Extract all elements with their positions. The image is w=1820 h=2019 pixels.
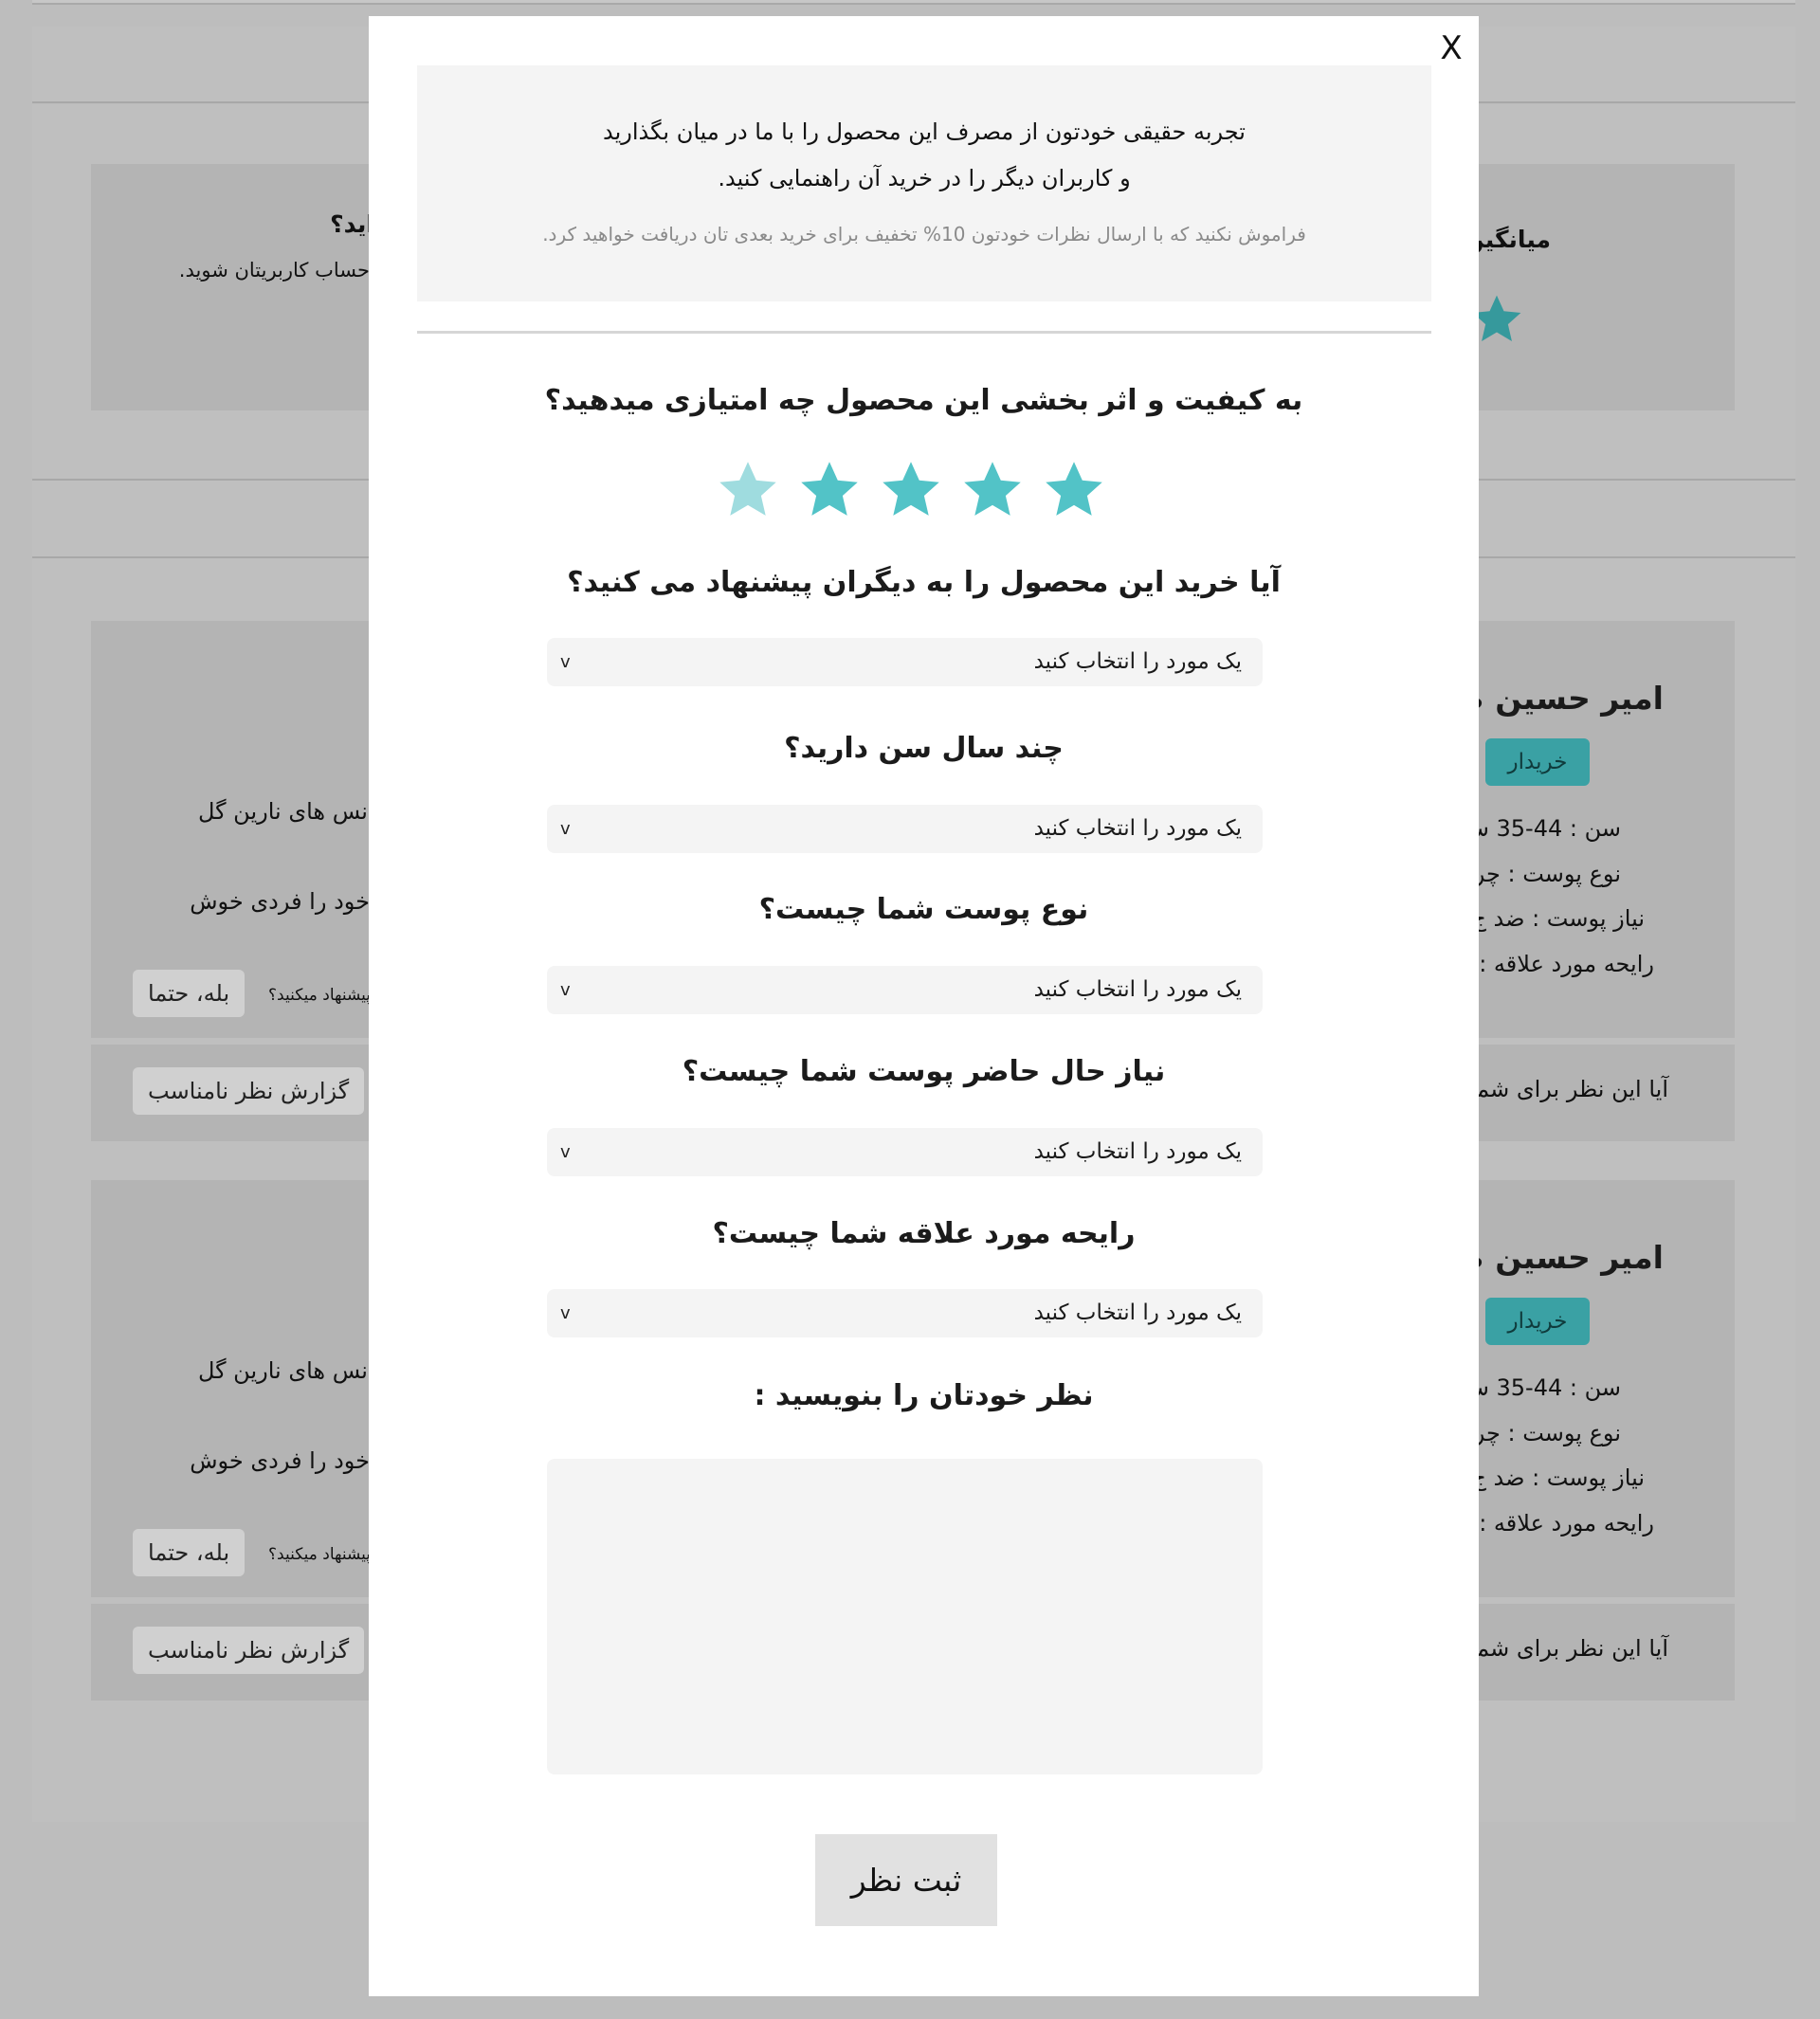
scent-question: رایحه مورد علاقه شما چیست؟ (712, 1217, 1136, 1250)
chevron-down-icon: v (560, 652, 571, 672)
skin-need-select[interactable]: یک مورد را انتخاب کنید v (547, 1128, 1263, 1176)
bg-recommend-answer: بله، حتما (133, 970, 246, 1017)
skin-type-select[interactable]: یک مورد را انتخاب کنید v (547, 966, 1263, 1014)
skin-type-select-value: یک مورد را انتخاب کنید (1033, 977, 1242, 1002)
bg-review-text-fragment: نس های نارین گل (197, 798, 368, 825)
skin-need-question: نیاز حال حاضر پوست شما چیست؟ (682, 1055, 1166, 1088)
star-1-icon[interactable] (1041, 458, 1107, 522)
bg-reviewer-name: امیر حسین ص (1442, 680, 1664, 717)
comment-textarea[interactable] (547, 1459, 1263, 1774)
comment-label: نظر خودتان را بنویسید : (754, 1379, 1094, 1412)
bg-age-fragment: سن : 44-35 س (1461, 1374, 1621, 1401)
intro-box: تجربه حقیقی خودتون از مصرف این محصول را … (417, 65, 1431, 301)
chevron-down-icon: v (560, 1303, 571, 1323)
chevron-down-icon: v (560, 819, 571, 839)
bg-age-fragment: سن : 44-35 س (1461, 815, 1621, 842)
star-5-icon[interactable] (715, 458, 781, 522)
bg-recommend-fragment: پیشنهاد میکنید؟ (268, 1545, 371, 1564)
bg-report-button: گزارش نظر نامناسب (133, 1067, 365, 1115)
bg-login-box (91, 164, 375, 410)
bg-skin-need-fragment: نیاز پوست : ضد ج (1471, 1464, 1645, 1491)
age-select[interactable]: یک مورد را انتخاب کنید v (547, 805, 1263, 853)
discount-note: فراموش نکنید که با ارسال نظرات خودتون 10… (542, 223, 1306, 246)
bg-scent-fragment: رایحه مورد علاقه : پ (1449, 951, 1654, 977)
age-question: چند سال سن دارید؟ (784, 732, 1064, 765)
star-3-icon[interactable] (878, 458, 944, 522)
bg-report-button: گزارش نظر نامناسب (133, 1627, 365, 1674)
bg-helpful-fragment: آیا این نظر برای شما (1469, 1635, 1668, 1662)
bg-review-text-fragment: نس های نارین گل (197, 1357, 368, 1384)
bg-helpful-fragment: آیا این نظر برای شما (1469, 1076, 1668, 1102)
scent-select-value: یک مورد را انتخاب کنید (1033, 1301, 1242, 1325)
bg-question-fragment: اید؟ (330, 210, 374, 238)
recommend-question: آیا خرید این محصول را به دیگران پیشنهاد … (567, 566, 1281, 599)
submit-review-button[interactable]: ثبت نظر (815, 1834, 997, 1926)
bg-reviewer-name: امیر حسین ص (1442, 1239, 1664, 1276)
bg-scent-fragment: رایحه مورد علاقه : پ (1449, 1510, 1654, 1537)
bg-review-text-fragment: خود را فردی خوش (190, 1447, 370, 1474)
top-strip (32, 0, 1795, 5)
bg-average-box (1479, 164, 1735, 410)
star-4-icon[interactable] (796, 458, 863, 522)
intro-text-line1: تجربه حقیقی خودتون از مصرف این محصول را … (603, 118, 1246, 145)
bg-account-fragment: حساب کاربریتان شوید. (178, 259, 370, 282)
scent-select[interactable]: یک مورد را انتخاب کنید v (547, 1289, 1263, 1337)
chevron-down-icon: v (560, 980, 571, 1000)
age-select-value: یک مورد را انتخاب کنید (1033, 816, 1242, 841)
recommend-select[interactable]: یک مورد را انتخاب کنید v (547, 638, 1263, 686)
bg-recommend-answer: بله، حتما (133, 1529, 246, 1576)
recommend-select-value: یک مورد را انتخاب کنید (1033, 649, 1242, 674)
review-modal: X تجربه حقیقی خودتون از مصرف این محصول ر… (369, 16, 1479, 1996)
bg-buyer-badge: خریدار (1485, 738, 1590, 786)
bg-skin-type-fragment: نوع پوست : چر (1473, 1420, 1621, 1446)
rating-question: به کیفیت و اثر بخشی این محصول چه امتیازی… (544, 384, 1303, 417)
intro-divider (417, 331, 1431, 334)
bg-buyer-badge: خریدار (1485, 1298, 1590, 1345)
bg-recommend-fragment: پیشنهاد میکنید؟ (268, 986, 371, 1005)
chevron-down-icon: v (560, 1142, 571, 1162)
bg-review-text-fragment: خود را فردی خوش (190, 888, 370, 915)
skin-need-select-value: یک مورد را انتخاب کنید (1033, 1139, 1242, 1164)
skin-type-question: نوع پوست شما چیست؟ (758, 893, 1089, 926)
intro-text-line2: و کاربران دیگر را در خرید آن راهنمایی کن… (718, 165, 1131, 191)
bg-average-fragment: میانگین (1464, 226, 1551, 253)
bg-skin-type-fragment: نوع پوست : چر (1473, 861, 1621, 887)
star-2-icon[interactable] (959, 458, 1026, 522)
star-rating (715, 458, 1132, 524)
bg-skin-need-fragment: نیاز پوست : ضد ج (1471, 905, 1645, 932)
close-button[interactable]: X (1437, 29, 1465, 67)
